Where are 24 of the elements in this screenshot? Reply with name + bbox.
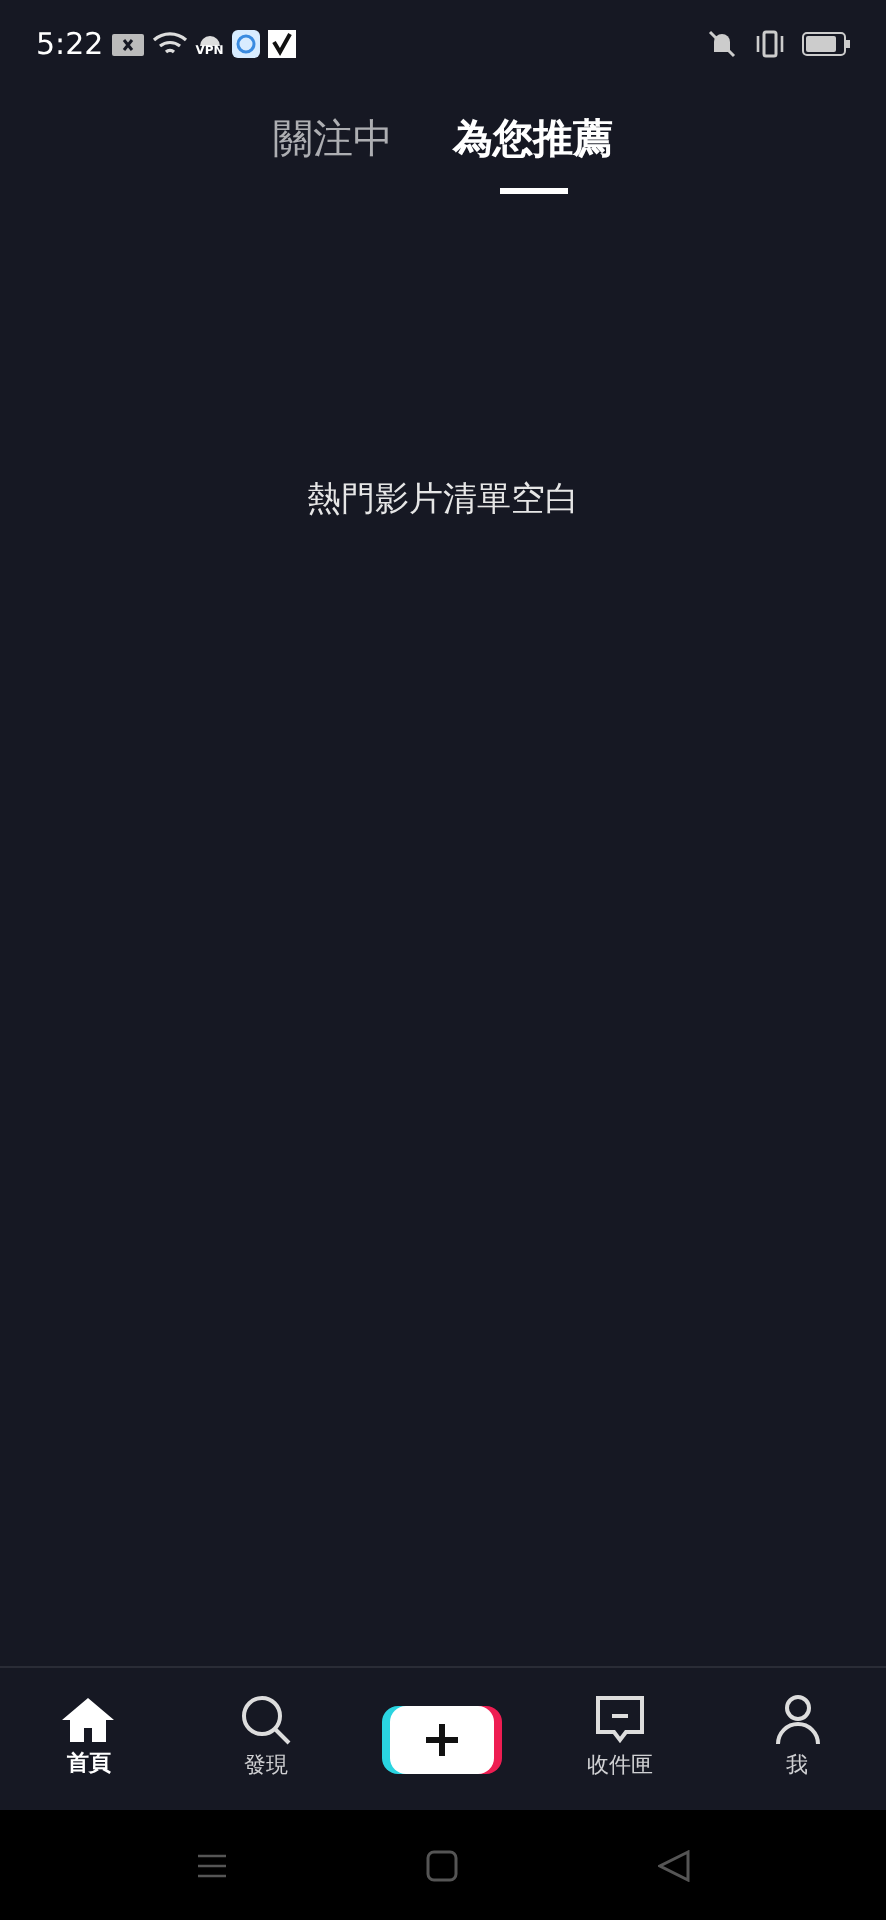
battery-icon bbox=[802, 32, 850, 56]
back-icon[interactable] bbox=[658, 1849, 691, 1881]
feed-tab[interactable]: 為您推薦 bbox=[453, 88, 613, 206]
search-icon bbox=[239, 1694, 292, 1747]
home-icon bbox=[60, 1696, 117, 1745]
empty-message: 熱門影片清單空白 bbox=[307, 478, 579, 524]
profile-icon bbox=[773, 1694, 822, 1747]
vibrate-icon bbox=[754, 30, 786, 58]
home-button-icon[interactable] bbox=[426, 1849, 459, 1881]
app-icon bbox=[231, 30, 260, 58]
sim-card-icon bbox=[111, 33, 144, 55]
feed-tab[interactable]: 關注中 bbox=[273, 88, 393, 206]
message-icon bbox=[594, 1694, 647, 1747]
plus-icon bbox=[424, 1721, 461, 1757]
menu-icon[interactable] bbox=[195, 1851, 228, 1879]
check-app-icon bbox=[267, 30, 296, 58]
clock-text: 5:22 bbox=[36, 23, 104, 66]
wifi-icon bbox=[151, 30, 188, 58]
nav-tab[interactable]: 發現 bbox=[177, 1678, 355, 1800]
muted-bell-icon bbox=[706, 30, 738, 58]
nav-tab[interactable]: 我 bbox=[708, 1678, 886, 1800]
create-button[interactable] bbox=[390, 1705, 495, 1773]
nav-tab[interactable]: 收件匣 bbox=[531, 1678, 709, 1800]
nav-tab[interactable]: 首頁 bbox=[0, 1680, 178, 1798]
